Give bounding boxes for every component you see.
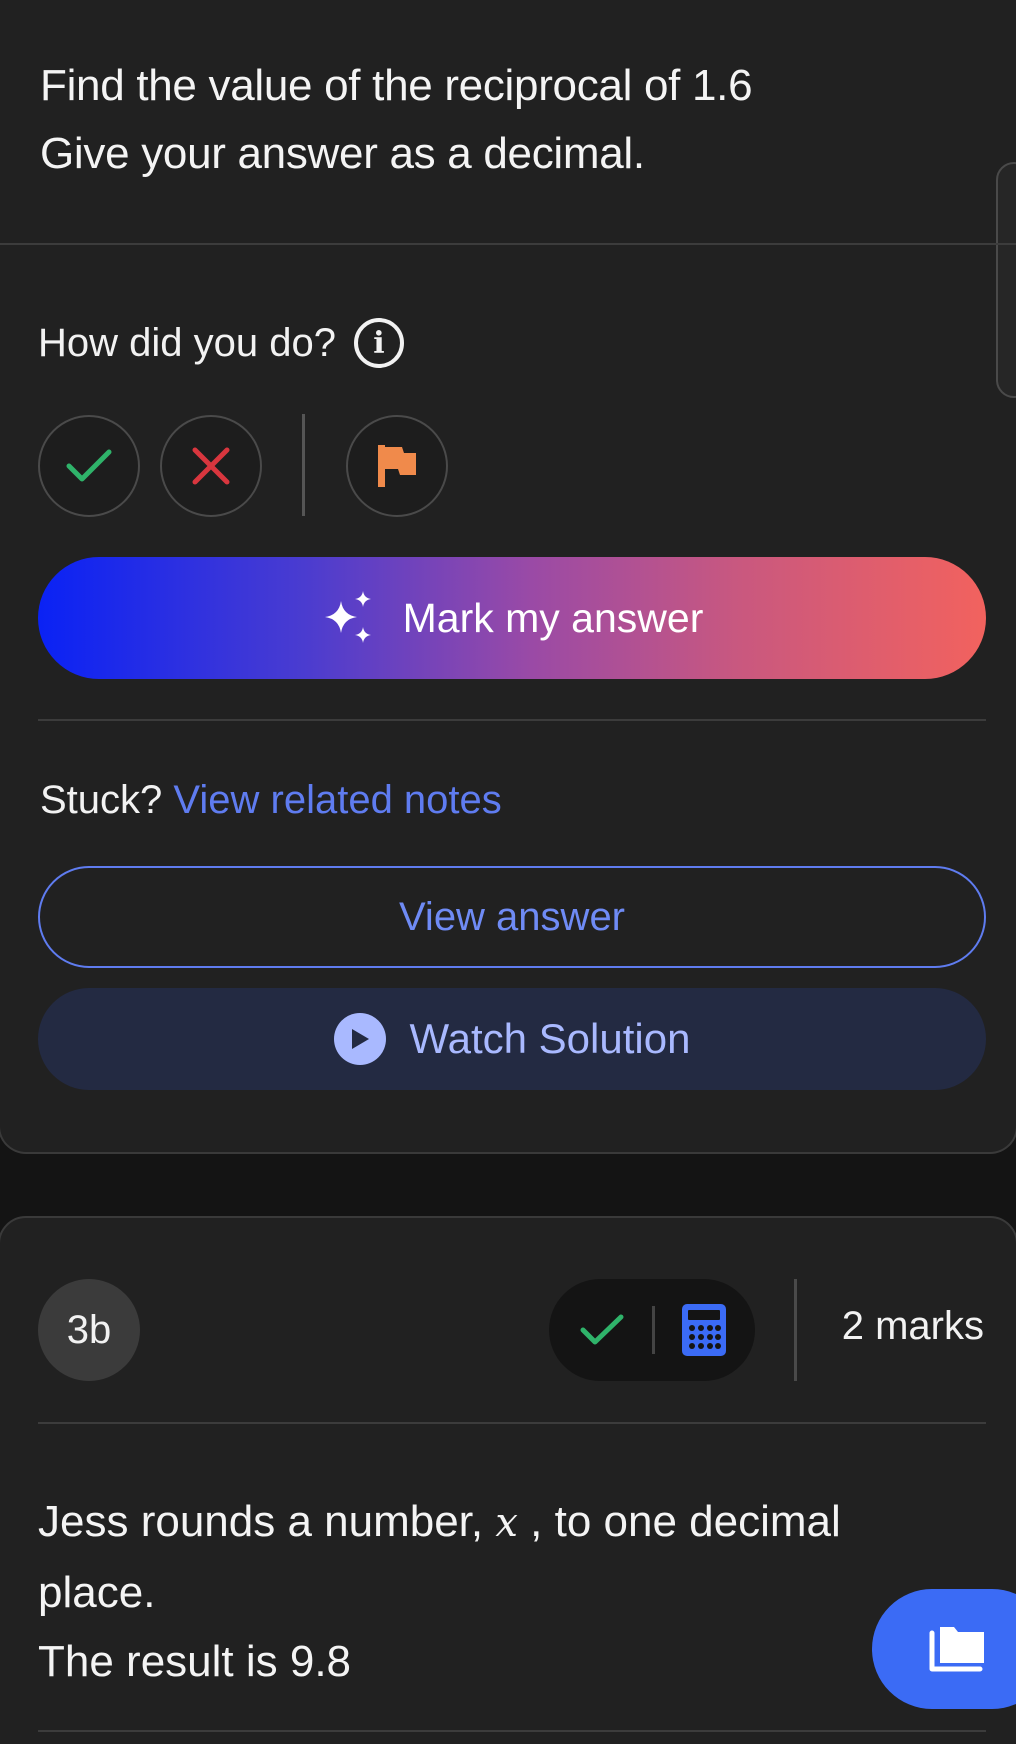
question-b-text: Jess rounds a number, x , to one decimal… <box>38 1487 938 1696</box>
question-b-variable: x <box>495 1500 518 1546</box>
pill-separator <box>651 1306 655 1354</box>
divider <box>38 719 986 721</box>
view-answer-button[interactable]: View answer <box>38 866 986 968</box>
self-assessment-heading: How did you do? i <box>38 318 404 368</box>
question-number: 3b <box>66 1307 112 1352</box>
self-assessment-label: How did you do? <box>38 320 336 365</box>
page: Find the value of the reciprocal of 1.6 … <box>0 0 1016 1744</box>
sparkles-icon <box>324 591 371 643</box>
flag-icon <box>378 445 416 487</box>
play-icon <box>333 1013 386 1065</box>
folder-icon <box>929 1627 984 1672</box>
check-icon <box>580 1314 624 1345</box>
view-related-notes-link[interactable]: View related notes <box>173 778 501 822</box>
divider <box>38 1730 986 1732</box>
question-b-text-part1: Jess rounds a number, <box>38 1497 496 1546</box>
mark-incorrect-button[interactable] <box>160 415 262 517</box>
question-a-text: Find the value of the reciprocal of 1.6 … <box>40 52 753 188</box>
divider <box>38 1422 986 1424</box>
divider <box>0 243 1016 245</box>
mark-my-answer-button[interactable]: Mark my answer <box>38 557 986 679</box>
notes-fab-button[interactable] <box>872 1589 1016 1709</box>
question-b-line2: The result is 9.8 <box>38 1637 352 1686</box>
question-a-line1: Find the value of the reciprocal of 1.6 <box>40 61 753 110</box>
question-status-pill <box>549 1279 755 1381</box>
vertical-separator <box>302 414 305 516</box>
question-number-badge: 3b <box>38 1279 140 1381</box>
scrollbar-thumb[interactable] <box>996 162 1016 398</box>
mark-correct-button[interactable] <box>38 415 140 517</box>
calculator-icon <box>682 1304 726 1356</box>
vertical-separator <box>794 1279 797 1381</box>
stuck-row: Stuck? View related notes <box>40 778 502 823</box>
mark-my-answer-label: Mark my answer <box>402 594 704 641</box>
stuck-label: Stuck? <box>40 778 163 822</box>
cross-icon <box>192 447 230 485</box>
flag-button[interactable] <box>346 415 448 517</box>
view-answer-label: View answer <box>398 894 626 939</box>
info-icon[interactable]: i <box>353 318 404 368</box>
watch-solution-label: Watch Solution <box>409 1015 691 1062</box>
marks-label: 2 marks <box>841 1304 984 1348</box>
check-icon <box>66 449 112 482</box>
question-a-line2: Give your answer as a decimal. <box>40 129 645 178</box>
watch-solution-button[interactable]: Watch Solution <box>38 988 986 1090</box>
